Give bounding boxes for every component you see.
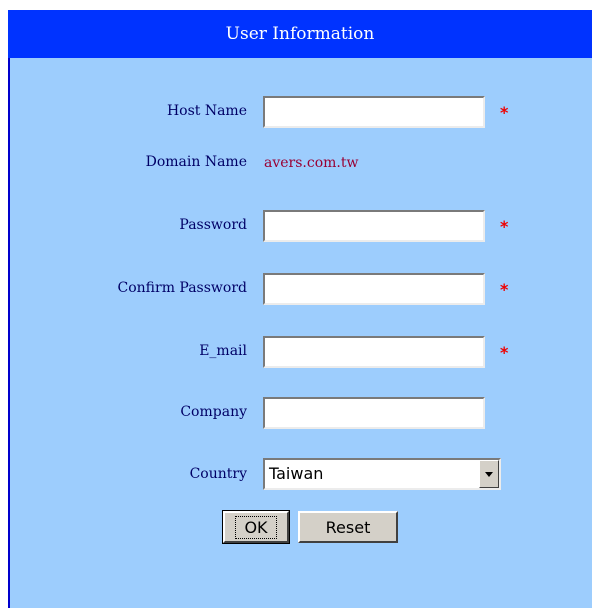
- chevron-down-icon: [485, 472, 493, 477]
- email-label: E_mail: [199, 343, 247, 359]
- company-label: Company: [180, 404, 247, 420]
- password-required-mark: *: [500, 217, 509, 236]
- panel-title: User Information: [8, 10, 592, 58]
- ok-button[interactable]: OK: [222, 510, 290, 544]
- email-input[interactable]: [263, 336, 485, 368]
- country-selected-value: Taiwan: [269, 464, 324, 483]
- company-input[interactable]: [263, 397, 485, 429]
- password-label: Password: [179, 217, 247, 233]
- domain-name-value: avers.com.tw: [264, 155, 359, 171]
- password-input[interactable]: [263, 210, 485, 242]
- reset-button[interactable]: Reset: [298, 511, 398, 543]
- confirm-password-required-mark: *: [500, 280, 509, 299]
- host-name-input[interactable]: [263, 96, 485, 128]
- ok-button-label: OK: [235, 515, 277, 539]
- country-dropdown-button[interactable]: [479, 460, 499, 488]
- confirm-password-input[interactable]: [263, 273, 485, 305]
- country-select[interactable]: Taiwan: [263, 458, 501, 490]
- confirm-password-label: Confirm Password: [117, 280, 248, 296]
- domain-name-label: Domain Name: [145, 154, 247, 170]
- host-name-label: Host Name: [166, 103, 247, 119]
- email-required-mark: *: [500, 343, 509, 362]
- country-label: Country: [189, 466, 247, 482]
- host-name-required-mark: *: [500, 103, 509, 122]
